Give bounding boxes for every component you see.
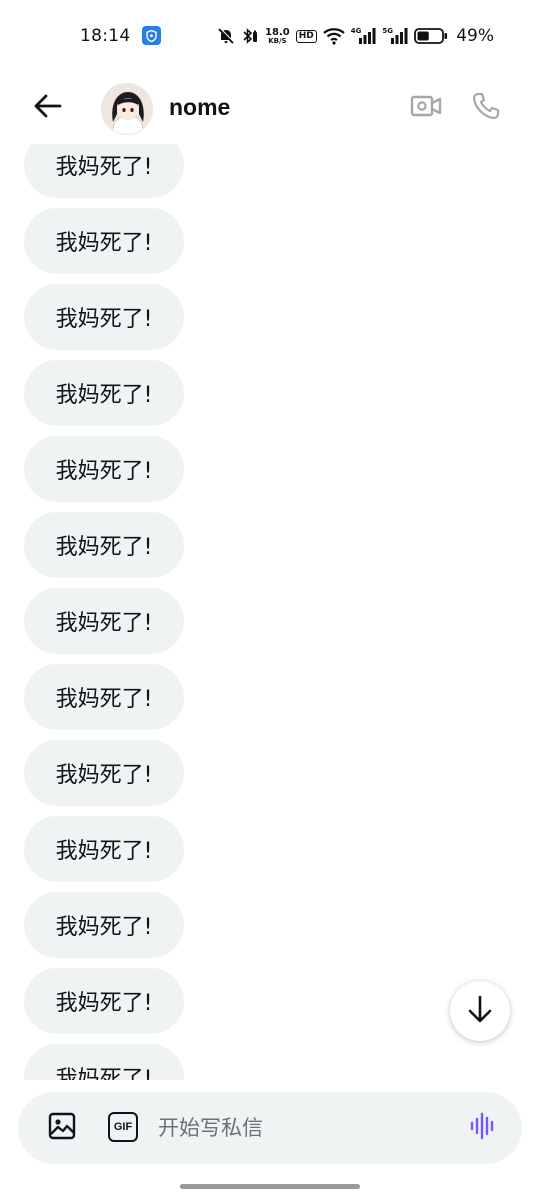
message-bubble[interactable]: 我妈死了!: [24, 664, 184, 730]
message-bubble[interactable]: 我妈死了!: [24, 588, 184, 654]
home-indicator[interactable]: [180, 1184, 360, 1189]
arrow-left-icon: [34, 94, 62, 122]
signal-4g-icon: 4G: [351, 27, 377, 45]
back-button[interactable]: [30, 90, 66, 126]
status-time: 18:14: [80, 26, 131, 46]
hd-badge: HD: [295, 29, 317, 43]
wifi-icon: [323, 27, 345, 45]
video-call-button[interactable]: [408, 90, 444, 126]
bluetooth-battery-icon: [241, 27, 259, 45]
voice-call-button[interactable]: [466, 90, 506, 126]
video-call-icon: [410, 94, 442, 122]
message-bubble[interactable]: 我妈死了!: [24, 816, 184, 882]
image-icon: [48, 1112, 76, 1144]
net-speed-value: 18.0: [265, 26, 290, 38]
message-composer: GIF: [18, 1092, 522, 1164]
battery-icon: [414, 27, 448, 45]
message-bubble[interactable]: 我妈死了!: [24, 144, 184, 198]
add-image-button[interactable]: [46, 1112, 78, 1144]
message-bubble[interactable]: 我妈死了!: [24, 436, 184, 502]
message-bubble[interactable]: 我妈死了!: [24, 512, 184, 578]
phone-icon: [471, 91, 501, 125]
message-bubble[interactable]: 我妈死了!: [24, 208, 184, 274]
shield-app-icon: [142, 26, 161, 45]
status-bar: 18:14 18.0 KB/S HD 4G 5G 49%: [0, 0, 540, 72]
message-bubble[interactable]: 我妈死了!: [24, 1044, 184, 1080]
status-icons: 18.0 KB/S HD 4G 5G: [217, 24, 448, 48]
voice-message-button[interactable]: [467, 1112, 499, 1144]
gif-button[interactable]: GIF: [108, 1112, 138, 1142]
bell-muted-icon: [217, 27, 235, 45]
avatar[interactable]: [101, 83, 153, 135]
message-bubble[interactable]: 我妈死了!: [24, 360, 184, 426]
message-list[interactable]: 我妈死了! 我妈死了! 我妈死了! 我妈死了! 我妈死了! 我妈死了! 我妈死了! 我妈死了!…: [0, 144, 540, 1080]
scroll-to-bottom-button[interactable]: [450, 981, 510, 1041]
arrow-down-icon: [467, 995, 493, 1027]
battery-percent: 49%: [456, 26, 494, 46]
signal-5g-icon: 5G: [382, 27, 408, 45]
conversation-header: nome: [0, 72, 540, 144]
message-bubble[interactable]: 我妈死了!: [24, 740, 184, 806]
message-input[interactable]: [158, 1110, 458, 1146]
message-bubble[interactable]: 我妈死了!: [24, 892, 184, 958]
net-speed: 18.0 KB/S: [265, 26, 290, 45]
contact-name[interactable]: nome: [169, 94, 230, 121]
voice-wave-icon: [469, 1112, 497, 1144]
message-bubble[interactable]: 我妈死了!: [24, 968, 184, 1034]
net-speed-unit: KB/S: [268, 36, 287, 45]
message-bubble[interactable]: 我妈死了!: [24, 284, 184, 350]
